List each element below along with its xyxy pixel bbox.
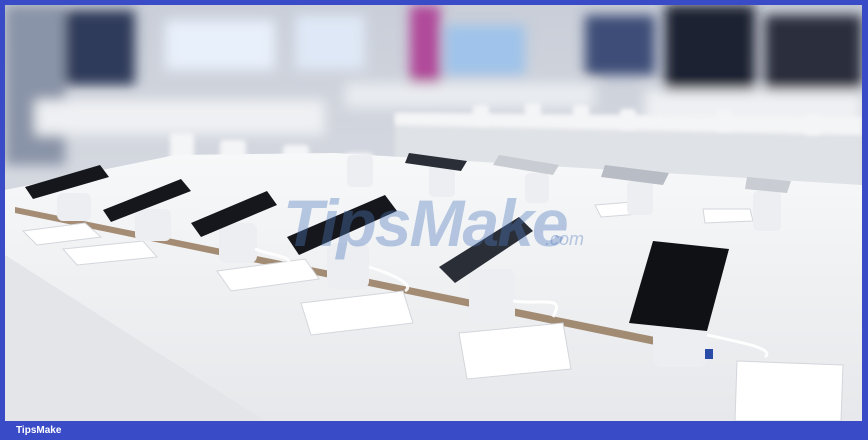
footer-bar: TipsMake <box>0 421 868 440</box>
footer-brand: TipsMake <box>16 425 62 436</box>
photo-phone-store-display: TipsMake .com <box>5 5 862 421</box>
image-frame: TipsMake .com TipsMake <box>0 0 868 440</box>
